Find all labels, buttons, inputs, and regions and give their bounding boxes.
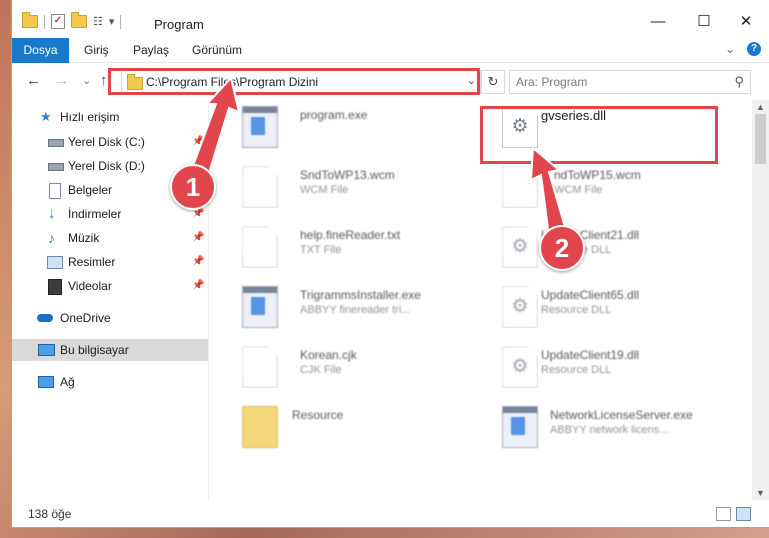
annotation-arrows [185,75,569,246]
step-badge-1: 1 [170,164,216,210]
step-badge-2: 2 [539,225,585,271]
